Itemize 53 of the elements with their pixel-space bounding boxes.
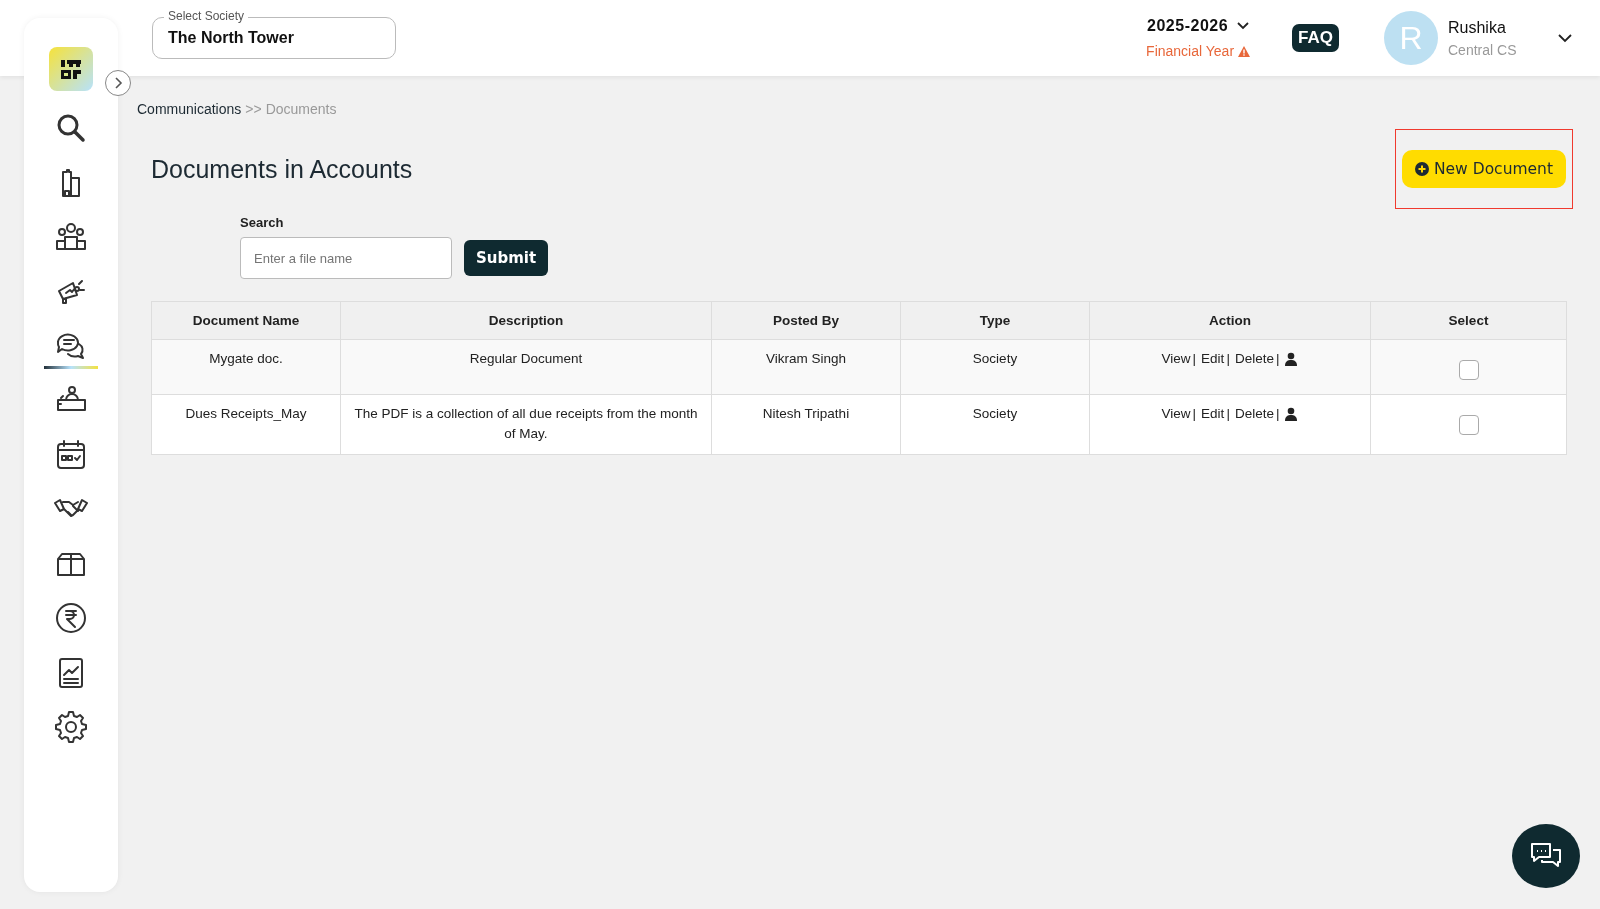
breadcrumb-separator: >>: [245, 101, 262, 117]
financial-year-label: Financial Year: [1146, 43, 1235, 59]
action-link[interactable]: Edit: [1201, 406, 1225, 421]
column-header: Select: [1370, 301, 1567, 340]
action-link[interactable]: View: [1161, 406, 1191, 421]
table-cell: Dues Receipts_May: [151, 394, 341, 455]
separator: |: [1192, 406, 1197, 421]
chevron-icon[interactable]: [1558, 33, 1572, 43]
year-dropdown[interactable]: 2025-2026: [1147, 17, 1250, 35]
logo-icon[interactable]: [49, 47, 93, 91]
action-link[interactable]: Edit: [1201, 351, 1225, 366]
breadcrumb-link[interactable]: Communications: [137, 101, 242, 117]
action-link[interactable]: View: [1161, 351, 1191, 366]
column-header: Type: [900, 301, 1090, 340]
user-icon[interactable]: [1284, 406, 1299, 421]
column-header: Action: [1089, 301, 1371, 340]
search-label: Search: [240, 215, 284, 230]
chevron-icon: [113, 76, 123, 90]
action-link[interactable]: Delete: [1234, 351, 1274, 366]
page-title: Documents in Accounts: [151, 154, 413, 184]
user-name: Rushika: [1448, 18, 1507, 37]
action-link[interactable]: Delete: [1234, 406, 1274, 421]
column-header: Posted By: [711, 301, 901, 340]
separator: |: [1275, 406, 1280, 421]
submit-button[interactable]: Submit: [464, 240, 549, 276]
chevron-icon: [1237, 22, 1250, 30]
warning-icon: [1238, 45, 1251, 57]
checkbox[interactable]: [1458, 415, 1479, 435]
breadcrumb-current: Documents: [265, 101, 337, 117]
table-cell: Society: [900, 394, 1090, 455]
separator: |: [1275, 351, 1280, 366]
table-cell: Society: [900, 339, 1090, 395]
settings-icon: [53, 709, 89, 745]
user-role: Central CS: [1448, 41, 1518, 58]
table-cell: Mygate doc.: [151, 339, 341, 395]
search-field[interactable]: Enter a file name: [240, 237, 452, 279]
separator: |: [1192, 351, 1197, 366]
expand-button[interactable]: [105, 70, 131, 96]
separator: |: [1226, 351, 1230, 366]
table-cell: Regular Document: [340, 339, 712, 395]
new-document-button[interactable]: New Document: [1401, 150, 1566, 188]
faq-button[interactable]: FAQ: [1292, 24, 1339, 52]
field-label: Select Society: [164, 9, 249, 23]
checkbox[interactable]: [1458, 360, 1479, 380]
plus-circle-icon: [1414, 162, 1429, 176]
user-icon[interactable]: [1284, 351, 1299, 366]
rupee-icon: [53, 600, 89, 636]
table-cell: Nitesh Tripathi: [711, 394, 901, 455]
column-header: Document Name: [151, 301, 341, 340]
table-cell: Vikram Singh: [711, 339, 901, 395]
separator: |: [1226, 406, 1230, 421]
table-cell: The PDF is a collection of all due receipts from the month of May.: [340, 394, 712, 455]
column-header: Description: [340, 301, 712, 340]
